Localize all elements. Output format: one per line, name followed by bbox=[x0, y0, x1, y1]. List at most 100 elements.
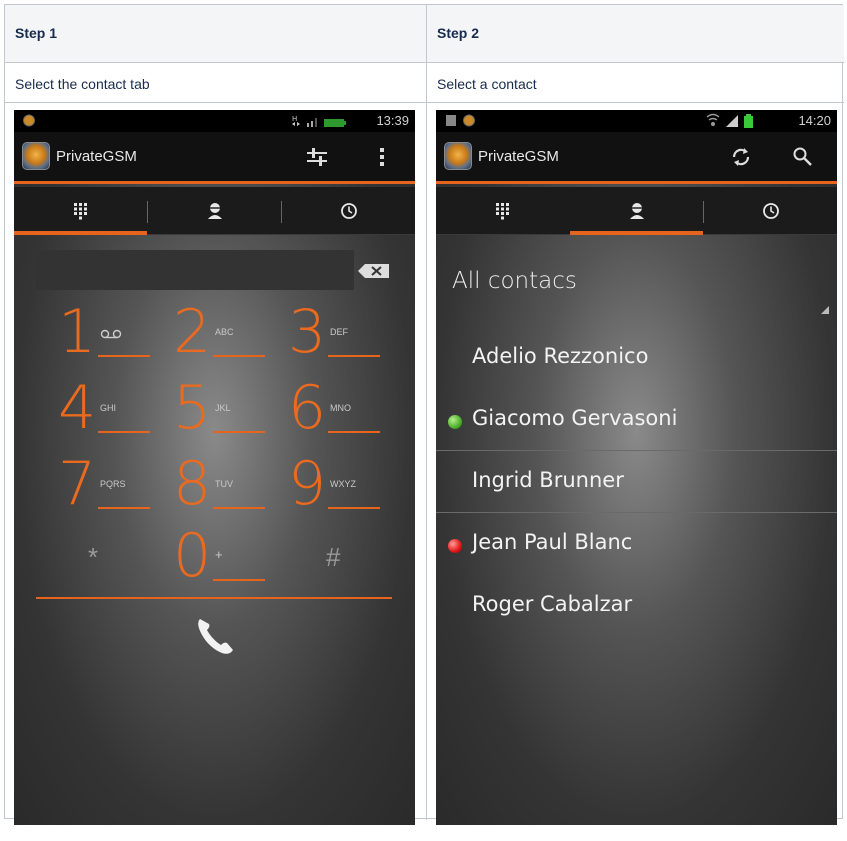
sim-icon bbox=[446, 115, 456, 126]
key-underline bbox=[213, 507, 265, 509]
contact-row[interactable]: Giacomo Gervasoni bbox=[436, 389, 837, 451]
key-letters: GHI bbox=[100, 403, 117, 413]
contact-name: Ingrid Brunner bbox=[472, 468, 624, 492]
key-letters: ABC bbox=[215, 327, 234, 337]
signal-battery-icons bbox=[706, 113, 753, 128]
tab-bar bbox=[14, 187, 415, 235]
backspace-icon[interactable] bbox=[357, 263, 391, 279]
step2-header-cell: Step 2 bbox=[427, 5, 844, 63]
key-letters: TUV bbox=[215, 479, 233, 489]
sync-icon[interactable] bbox=[730, 146, 752, 168]
key-digit: 3 bbox=[288, 297, 327, 367]
step2-description: Select a contact bbox=[437, 76, 537, 92]
divider-line bbox=[36, 597, 392, 599]
tab-bar bbox=[436, 187, 837, 235]
contact-filter-dropdown[interactable]: All contacs bbox=[452, 268, 577, 294]
key-underline bbox=[213, 431, 265, 433]
tab-history[interactable] bbox=[704, 187, 837, 235]
tab-dialpad[interactable] bbox=[436, 187, 569, 235]
key-underline bbox=[328, 507, 380, 509]
dial-key-1[interactable]: 1 bbox=[44, 297, 154, 371]
contact-row[interactable]: Ingrid Brunner bbox=[436, 451, 837, 513]
dropdown-corner-icon bbox=[821, 306, 829, 314]
dial-key-0[interactable]: 0 + bbox=[159, 521, 269, 595]
column-divider bbox=[426, 5, 427, 820]
dial-key-2[interactable]: 2 ABC bbox=[159, 297, 269, 371]
signal-battery-icons: H bbox=[292, 115, 346, 127]
busy-status-icon bbox=[448, 539, 462, 553]
key-digit: 7 bbox=[58, 449, 97, 519]
key-underline bbox=[328, 431, 380, 433]
tab-contacts[interactable] bbox=[570, 187, 703, 235]
tab-dialpad[interactable] bbox=[14, 187, 147, 235]
action-bar: PrivateGSM bbox=[436, 132, 837, 184]
contacts-icon bbox=[629, 203, 644, 219]
dialpad-icon bbox=[495, 203, 509, 220]
status-time: 14:20 bbox=[798, 113, 831, 128]
step1-header-cell: Step 1 bbox=[5, 5, 426, 63]
key-digit: 5 bbox=[173, 373, 212, 443]
dial-key-7[interactable]: 7 PQRS bbox=[44, 449, 154, 523]
action-bar: PrivateGSM bbox=[14, 132, 415, 184]
step1-header: Step 1 bbox=[15, 25, 58, 41]
dial-key-8[interactable]: 8 TUV bbox=[159, 449, 269, 523]
search-icon[interactable] bbox=[792, 146, 814, 168]
contact-row[interactable]: Roger Cabalzar bbox=[436, 575, 837, 637]
app-name: PrivateGSM bbox=[478, 148, 559, 165]
online-status-icon bbox=[448, 415, 462, 429]
key-digit: 0 bbox=[173, 521, 212, 591]
notification-icon bbox=[23, 114, 35, 127]
contact-row[interactable]: Jean Paul Blanc bbox=[436, 513, 837, 575]
voicemail-icon bbox=[100, 329, 122, 339]
contacts-screenshot: 14:20 PrivateGSM All contacs Adelio Rezz… bbox=[436, 110, 837, 825]
step2-header: Step 2 bbox=[437, 25, 480, 41]
key-letters: DEF bbox=[330, 327, 348, 337]
dial-key-star[interactable]: * bbox=[88, 542, 98, 573]
tab-history[interactable] bbox=[282, 187, 415, 235]
step1-description: Select the contact tab bbox=[15, 76, 150, 92]
contact-name: Jean Paul Blanc bbox=[472, 530, 633, 554]
key-digit: 4 bbox=[58, 373, 97, 443]
status-time: 13:39 bbox=[376, 113, 409, 128]
step1-description-cell: Select the contact tab bbox=[5, 63, 426, 103]
key-digit: 9 bbox=[288, 449, 327, 519]
dial-key-3[interactable]: 3 DEF bbox=[274, 297, 384, 371]
app-logo-icon bbox=[444, 142, 472, 170]
dial-key-9[interactable]: 9 WXYZ bbox=[274, 449, 384, 523]
call-icon[interactable] bbox=[192, 613, 238, 659]
dial-key-5[interactable]: 5 JKL bbox=[159, 373, 269, 447]
status-bar: 14:20 bbox=[436, 110, 837, 132]
dial-key-hash[interactable]: # bbox=[326, 542, 340, 573]
history-clock-icon bbox=[340, 203, 357, 219]
key-underline bbox=[98, 431, 150, 433]
dialpad-icon bbox=[73, 203, 87, 220]
key-letters: JKL bbox=[215, 403, 231, 413]
contact-name: Giacomo Gervasoni bbox=[472, 406, 678, 430]
contact-name: Adelio Rezzonico bbox=[472, 344, 649, 368]
dialer-screenshot: H 13:39 PrivateGSM 1 2 ABC 3 DEF 4 GHI 5… bbox=[14, 110, 415, 825]
tab-contacts[interactable] bbox=[148, 187, 281, 235]
settings-sliders-icon[interactable] bbox=[306, 147, 328, 167]
key-underline bbox=[213, 355, 265, 357]
svg-text:H: H bbox=[292, 115, 297, 123]
dial-key-4[interactable]: 4 GHI bbox=[44, 373, 154, 447]
key-letters: WXYZ bbox=[330, 479, 356, 489]
overflow-menu-icon[interactable] bbox=[378, 147, 386, 167]
key-letters: MNO bbox=[330, 403, 351, 413]
contact-name: Roger Cabalzar bbox=[472, 592, 633, 616]
key-underline bbox=[328, 355, 380, 357]
key-digit: 8 bbox=[173, 449, 212, 519]
key-digit: 6 bbox=[288, 373, 327, 443]
key-underline bbox=[213, 579, 265, 581]
key-underline bbox=[98, 507, 150, 509]
key-letters: PQRS bbox=[100, 479, 126, 489]
contact-row[interactable]: Adelio Rezzonico bbox=[436, 327, 837, 389]
dial-key-6[interactable]: 6 MNO bbox=[274, 373, 384, 447]
key-digit: 2 bbox=[173, 297, 212, 367]
number-input[interactable] bbox=[36, 250, 354, 290]
notification-icon bbox=[463, 114, 475, 127]
step2-description-cell: Select a contact bbox=[427, 63, 844, 103]
key-letters: + bbox=[215, 547, 223, 562]
status-bar: H 13:39 bbox=[14, 110, 415, 132]
key-digit: 1 bbox=[58, 297, 97, 367]
